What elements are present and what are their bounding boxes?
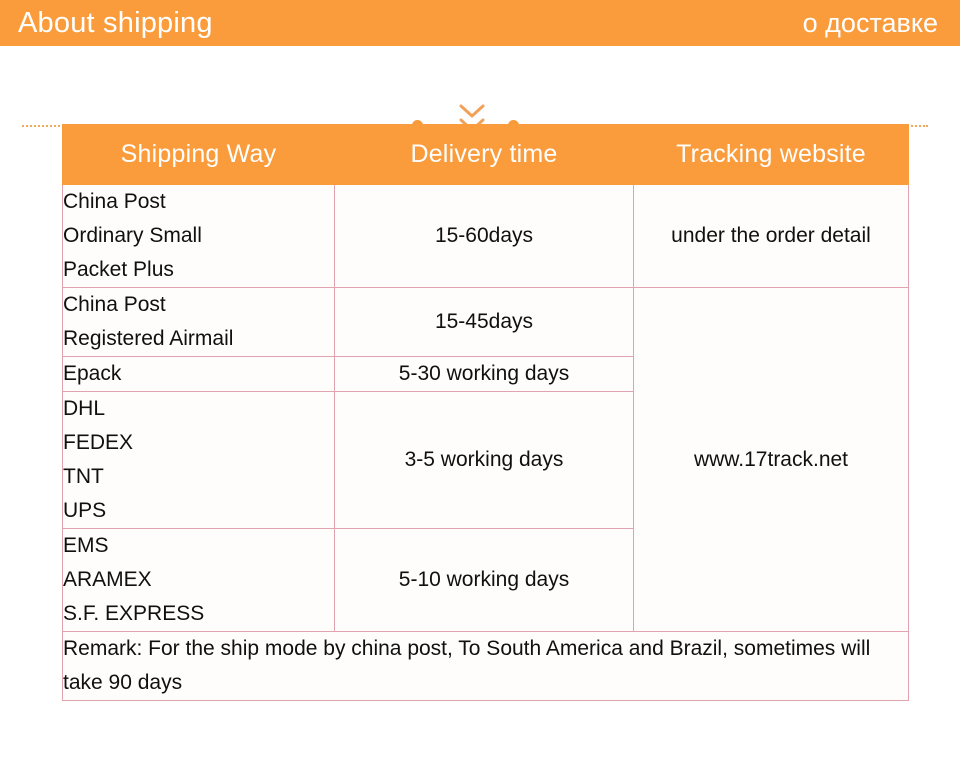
- cell-delivery-time: 5-30 working days: [334, 356, 634, 393]
- page-title: About shipping: [18, 6, 213, 39]
- shipping-way-line: China Post: [63, 293, 166, 317]
- cell-shipping-way: China Post Ordinary Small Packet Plus: [62, 183, 335, 289]
- column-header-shipping-way: Shipping Way: [62, 124, 335, 185]
- cell-shipping-way: Epack: [62, 356, 335, 393]
- shipping-way-line: FEDEX: [63, 431, 134, 455]
- shipping-info-table: Shipping Way Delivery time Tracking webs…: [62, 124, 909, 702]
- cell-delivery-time: 5-10 working days: [334, 528, 634, 633]
- cell-shipping-way: EMS ARAMEX S.F. EXPRESS: [62, 528, 335, 633]
- table-body: China Post Ordinary Small Packet Plus 15…: [62, 183, 909, 702]
- cell-shipping-way: DHL FEDEX TNT UPS: [62, 391, 335, 530]
- column-header-tracking-website: Tracking website: [633, 124, 909, 185]
- table-row: China Post Ordinary Small Packet Plus 15…: [62, 183, 909, 289]
- table-header: Shipping Way Delivery time Tracking webs…: [62, 124, 909, 185]
- cell-tracking-website: under the order detail: [633, 183, 909, 289]
- cell-tracking-website-merged: www.17track.net: [633, 287, 909, 633]
- shipping-way-line: ARAMEX: [63, 568, 152, 592]
- shipping-way-line: China Post: [63, 190, 166, 213]
- shipping-way-line: S.F. EXPRESS: [63, 602, 205, 626]
- shipping-way-line: Ordinary Small: [63, 224, 202, 248]
- page-title-russian: о доставке: [802, 7, 938, 38]
- shipping-way-line: Epack: [63, 362, 122, 386]
- table-row: China Post Registered Airmail 15-45days …: [62, 287, 909, 633]
- shipping-way-line: Registered Airmail: [63, 327, 234, 351]
- shipping-way-line: DHL: [63, 397, 106, 421]
- cell-delivery-time: 3-5 working days: [334, 391, 634, 530]
- page-header-bar: About shipping о доставке: [0, 0, 960, 46]
- table-header-row: Shipping Way Delivery time Tracking webs…: [62, 124, 909, 185]
- shipping-way-line: UPS: [63, 499, 107, 523]
- shipping-way-line: EMS: [63, 534, 109, 558]
- ornamental-divider: [0, 46, 960, 146]
- cell-shipping-way: China Post Registered Airmail: [62, 287, 335, 358]
- column-header-delivery-time: Delivery time: [334, 124, 634, 185]
- remark-text: Remark: For the ship mode by china post,…: [62, 631, 909, 702]
- shipping-way-line: TNT: [63, 465, 104, 489]
- cell-delivery-time: 15-60days: [334, 183, 634, 289]
- table-remark-row: Remark: For the ship mode by china post,…: [62, 631, 909, 702]
- cell-delivery-time: 15-45days: [334, 287, 634, 358]
- shipping-way-line: Packet Plus: [63, 258, 174, 282]
